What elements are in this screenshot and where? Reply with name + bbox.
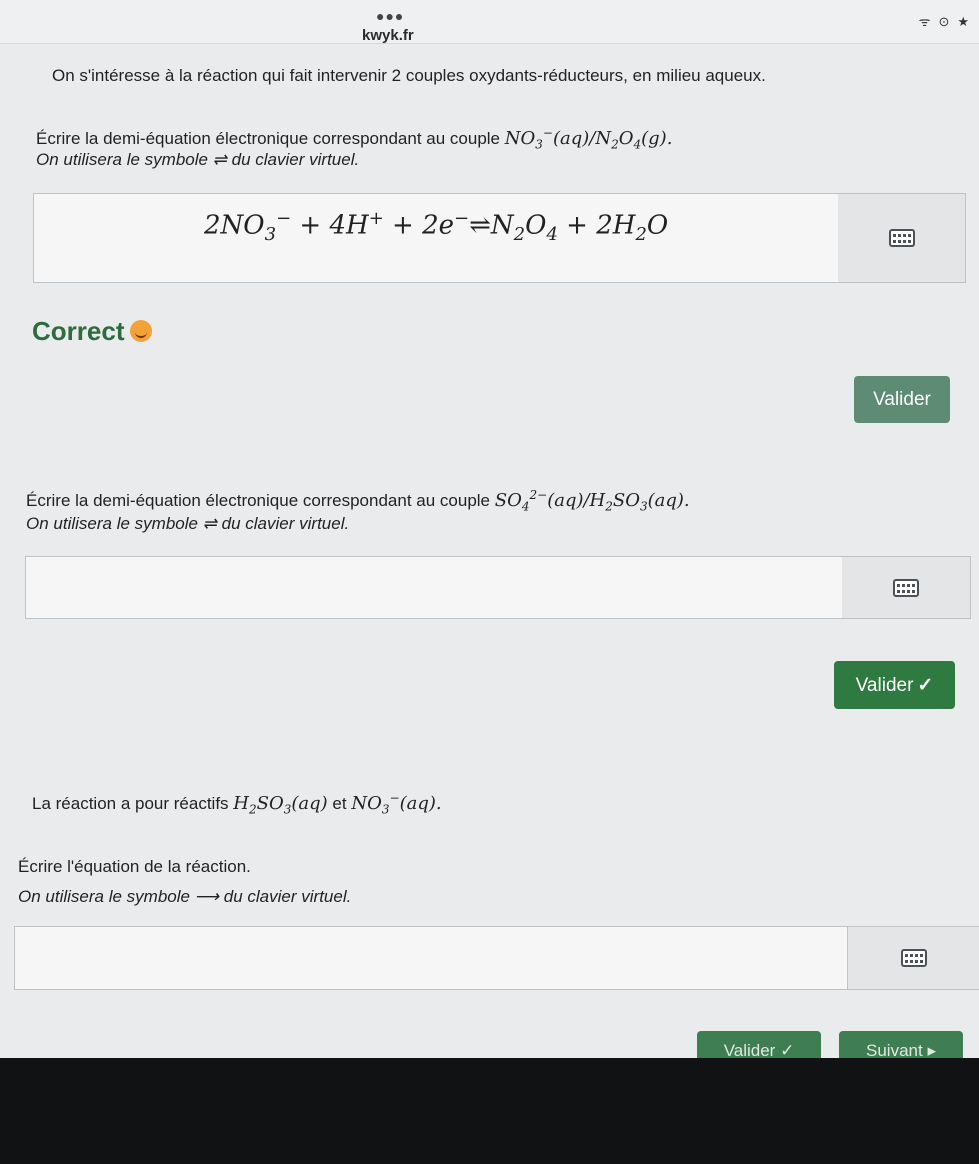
q3-prompt: Écrire l'équation de la réaction.	[18, 857, 251, 876]
q1-keyboard-toggle[interactable]	[838, 194, 965, 282]
q3-keyboard-toggle[interactable]	[848, 927, 979, 989]
q1-hint: On utilisera le symbole ⇌ du clavier vir…	[36, 150, 360, 169]
q1-answer-box: 2NO3− + 4H+ + 2e−⇌N2O4 + 2H2O	[33, 193, 966, 283]
q1-submit-button[interactable]: Valider	[854, 376, 950, 423]
q2-keyboard-toggle[interactable]	[842, 557, 970, 618]
url-label[interactable]: kwyk.fr	[362, 27, 414, 44]
q1-answer-field[interactable]: 2NO3− + 4H+ + 2e−⇌N2O4 + 2H2O	[34, 194, 839, 282]
feedback-text: Correct	[32, 316, 125, 346]
next-button[interactable]: Suivant ▸	[839, 1031, 963, 1059]
q1-couple: NO3−(aq)/N2O4(g).	[504, 126, 673, 152]
q2-submit-button[interactable]: Valider ✓	[834, 661, 955, 709]
q2-answer-box	[25, 556, 971, 619]
wifi-icon: ᯤ	[918, 14, 931, 29]
q3-answer-field[interactable]	[15, 927, 848, 989]
q3-reactants: La réaction a pour réactifs H2SO3(aq) et…	[32, 791, 442, 817]
q1-feedback: Correct	[32, 316, 153, 347]
q3-connector: et	[332, 794, 347, 813]
q3-submit-button[interactable]: Valider ✓	[697, 1031, 821, 1059]
q1-prompt: Écrire la demi-équation électronique cor…	[36, 126, 672, 152]
keyboard-icon	[900, 949, 927, 967]
screen-bottom-bezel	[0, 1058, 979, 1164]
record-icon: ⊙	[938, 14, 950, 29]
q3-answer-box	[14, 926, 979, 990]
q3-reactants-text: La réaction a pour réactifs	[32, 794, 229, 813]
q2-couple: SO42−(aq)/H2SO3(aq).	[494, 488, 690, 514]
q3-reactant-1: H2SO3(aq)	[233, 793, 328, 817]
intro-text: On s'intéresse à la réaction qui fait in…	[52, 66, 766, 85]
q1-answer-formula: 2NO3− + 4H+ + 2e−⇌N2O4 + 2H2O	[204, 208, 669, 245]
q2-prompt: Écrire la demi-équation électronique cor…	[26, 488, 690, 514]
tab-overview-icon[interactable]: ●●●	[376, 8, 404, 24]
q2-answer-field[interactable]	[26, 557, 843, 618]
q1-prompt-text: Écrire la demi-équation électronique cor…	[36, 129, 501, 148]
star-icon: ★	[957, 14, 969, 29]
q2-hint: On utilisera le symbole ⇌ du clavier vir…	[26, 514, 350, 533]
browser-top-bar: ●●● kwyk.fr ᯤ ⊙ ★	[0, 0, 979, 44]
q2-prompt-text: Écrire la demi-équation électronique cor…	[26, 491, 491, 510]
q3-hint: On utilisera le symbole ⟶ du clavier vir…	[18, 887, 352, 906]
check-icon: ✓	[917, 674, 934, 696]
keyboard-icon	[893, 578, 919, 597]
q2-submit-label: Valider	[855, 674, 914, 696]
keyboard-icon	[888, 229, 915, 247]
status-icons: ᯤ ⊙ ★	[911, 12, 969, 30]
smiley-icon	[130, 320, 153, 342]
q3-reactant-2: NO3−(aq).	[351, 791, 442, 817]
